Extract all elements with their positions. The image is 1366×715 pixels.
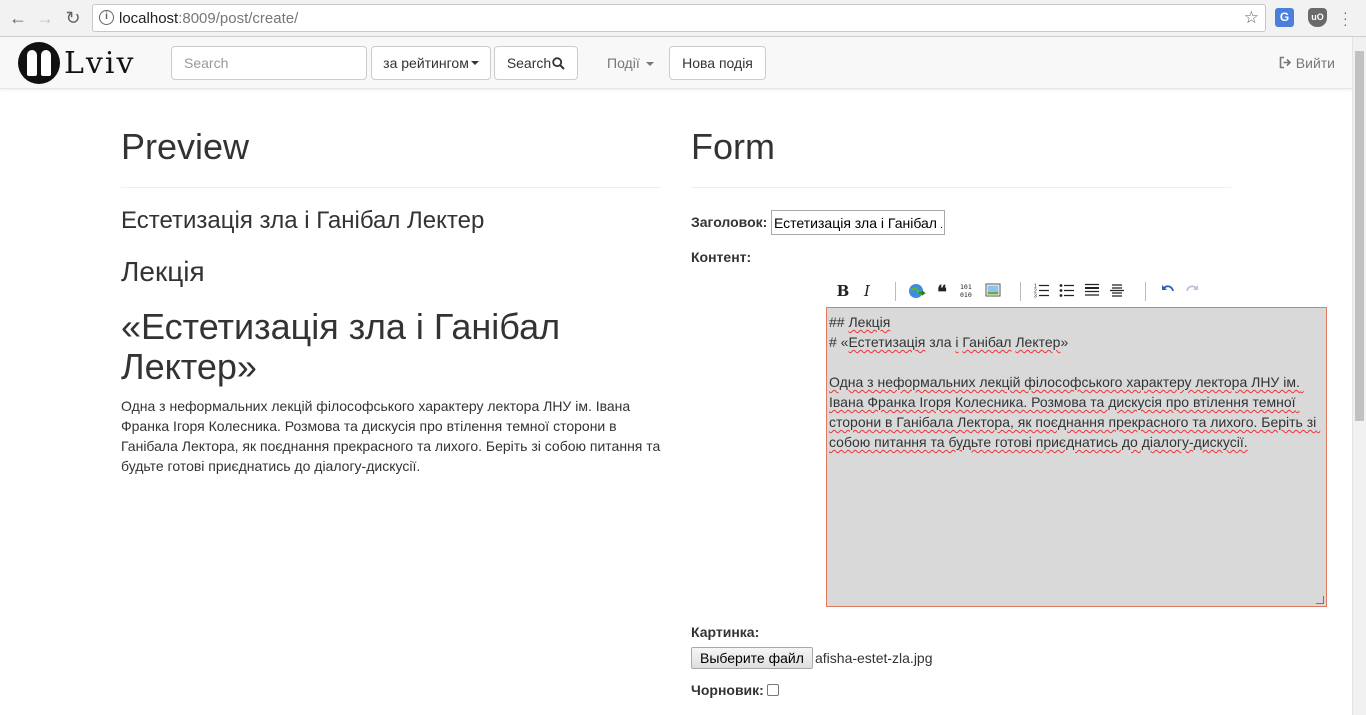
toolbar-separator bbox=[895, 282, 896, 301]
ordered-list-icon: 123 bbox=[1034, 284, 1049, 300]
title-label: Заголовок: bbox=[691, 214, 768, 230]
image-button[interactable] bbox=[985, 282, 1001, 302]
svg-text:010: 010 bbox=[960, 291, 972, 298]
search-button-label: Search bbox=[506, 55, 552, 71]
form-divider bbox=[691, 187, 1231, 188]
url-text[interactable]: localhost:8009/post/create/ bbox=[119, 10, 298, 27]
draft-label: Чорновик: bbox=[691, 682, 764, 698]
horizontal-rule-button[interactable] bbox=[1109, 282, 1125, 302]
editor-text: Естетизація bbox=[848, 334, 926, 350]
events-dropdown-label: Події bbox=[607, 55, 640, 71]
unordered-list-button[interactable] bbox=[1059, 282, 1075, 302]
logo-text: Lviv bbox=[64, 45, 136, 81]
redo-icon bbox=[1186, 285, 1198, 292]
heading-button[interactable] bbox=[1084, 282, 1100, 302]
image-icon bbox=[985, 283, 1001, 297]
logout-label: Вийти bbox=[1295, 55, 1335, 71]
sort-dropdown-button[interactable]: за рейтингом bbox=[371, 46, 491, 80]
editor-text: # « bbox=[829, 334, 849, 350]
title-input[interactable] bbox=[771, 210, 945, 235]
preview-h1: «Естетизація зла і Ганібал Лектер» bbox=[121, 306, 561, 387]
code-button[interactable]: 101 010 bbox=[960, 282, 976, 302]
preview-h2: Лекція bbox=[121, 256, 205, 287]
editor-text: Ганібал bbox=[962, 334, 1012, 350]
url-path: :8009/post/create/ bbox=[178, 10, 299, 27]
search-button[interactable]: Search bbox=[494, 46, 578, 80]
events-dropdown[interactable]: Події bbox=[607, 55, 654, 71]
preview-paragraph: Одна з неформальних лекцій філософського… bbox=[121, 398, 661, 474]
editor-text: зла bbox=[925, 334, 956, 350]
logo-emblem-icon bbox=[18, 42, 60, 84]
forward-icon[interactable]: → bbox=[34, 7, 56, 29]
ordered-list-button[interactable]: 123 bbox=[1034, 282, 1050, 302]
site-info-icon[interactable]: i bbox=[99, 10, 114, 25]
search-icon bbox=[552, 56, 565, 70]
page-scrollbar[interactable] bbox=[1352, 37, 1366, 715]
scrollbar-thumb[interactable] bbox=[1355, 51, 1364, 421]
editor-text: » bbox=[1060, 334, 1069, 350]
undo-button[interactable] bbox=[1160, 282, 1176, 302]
bookmark-star-icon[interactable]: ☆ bbox=[1244, 8, 1259, 28]
logout-link[interactable]: Вийти bbox=[1278, 55, 1335, 71]
draft-checkbox[interactable] bbox=[767, 684, 779, 696]
editor-line: # «Естетизація зла і Ганібал Лектер» bbox=[829, 332, 1324, 352]
address-bar[interactable]: i localhost:8009/post/create/ ☆ bbox=[92, 4, 1266, 32]
editor-text: Лекція bbox=[848, 314, 891, 330]
editor-line: ## Лекція bbox=[829, 312, 1324, 332]
link-globe-icon bbox=[909, 284, 926, 298]
translate-extension-icon[interactable]: G bbox=[1275, 8, 1294, 27]
toolbar-separator bbox=[1145, 282, 1146, 301]
editor-text: ## bbox=[829, 314, 849, 330]
browser-menu-icon[interactable]: · · · bbox=[1343, 5, 1348, 31]
image-label: Картинка: bbox=[691, 624, 760, 640]
ublock-extension-icon[interactable]: uO bbox=[1308, 8, 1327, 27]
editor-text: Лектер bbox=[1015, 334, 1061, 350]
selected-file-name: afisha-estet-zla.jpg bbox=[815, 650, 933, 666]
undo-icon bbox=[1162, 285, 1174, 292]
site-logo[interactable]: Lviv bbox=[18, 42, 135, 84]
content-label: Контент: bbox=[691, 249, 752, 265]
toolbar-separator bbox=[1020, 282, 1021, 301]
svg-text:101: 101 bbox=[960, 283, 972, 291]
heading-icon bbox=[1085, 283, 1099, 296]
chevron-down-icon bbox=[470, 61, 479, 65]
content-editor[interactable]: ## Лекція # «Естетизація зла і Ганібал Л… bbox=[826, 307, 1327, 607]
code-binary-icon: 101010 bbox=[960, 283, 972, 299]
resize-handle[interactable] bbox=[1316, 596, 1324, 604]
form-heading: Form bbox=[691, 126, 775, 167]
preview-divider bbox=[121, 187, 661, 188]
url-host: localhost bbox=[119, 10, 179, 27]
preview-title: Естетизація зла і Ганібал Лектер bbox=[121, 207, 485, 234]
italic-button[interactable]: I bbox=[861, 282, 873, 302]
redo-button[interactable] bbox=[1184, 282, 1200, 302]
browser-toolbar: ← → ↻ i localhost:8009/post/create/ ☆ G … bbox=[0, 0, 1366, 37]
new-event-button[interactable]: Нова подія bbox=[669, 46, 766, 80]
back-icon[interactable]: ← bbox=[7, 7, 29, 29]
bold-button[interactable]: B bbox=[836, 282, 850, 302]
site-navbar: Lviv за рейтингом Search Події Нова поді… bbox=[0, 37, 1352, 89]
chevron-down-icon bbox=[645, 62, 654, 67]
sort-dropdown-label: за рейтингом bbox=[383, 55, 469, 71]
choose-file-button[interactable]: Выберите файл bbox=[691, 647, 813, 669]
preview-heading: Preview bbox=[121, 126, 250, 167]
search-input[interactable] bbox=[171, 46, 367, 80]
quote-button[interactable]: ❝ bbox=[934, 282, 950, 302]
logout-icon bbox=[1279, 56, 1292, 69]
new-event-button-label: Нова подія bbox=[682, 55, 753, 71]
horizontal-rule-icon bbox=[1110, 284, 1124, 297]
svg-text:3: 3 bbox=[1034, 294, 1037, 299]
unordered-list-icon bbox=[1059, 284, 1074, 297]
reload-icon[interactable]: ↻ bbox=[62, 7, 84, 29]
editor-toolbar: B I ❝ 101 010 123 bbox=[826, 280, 1326, 304]
editor-paragraph: Одна з неформальних лекцій філософського… bbox=[829, 374, 1321, 450]
link-button[interactable] bbox=[908, 282, 926, 302]
